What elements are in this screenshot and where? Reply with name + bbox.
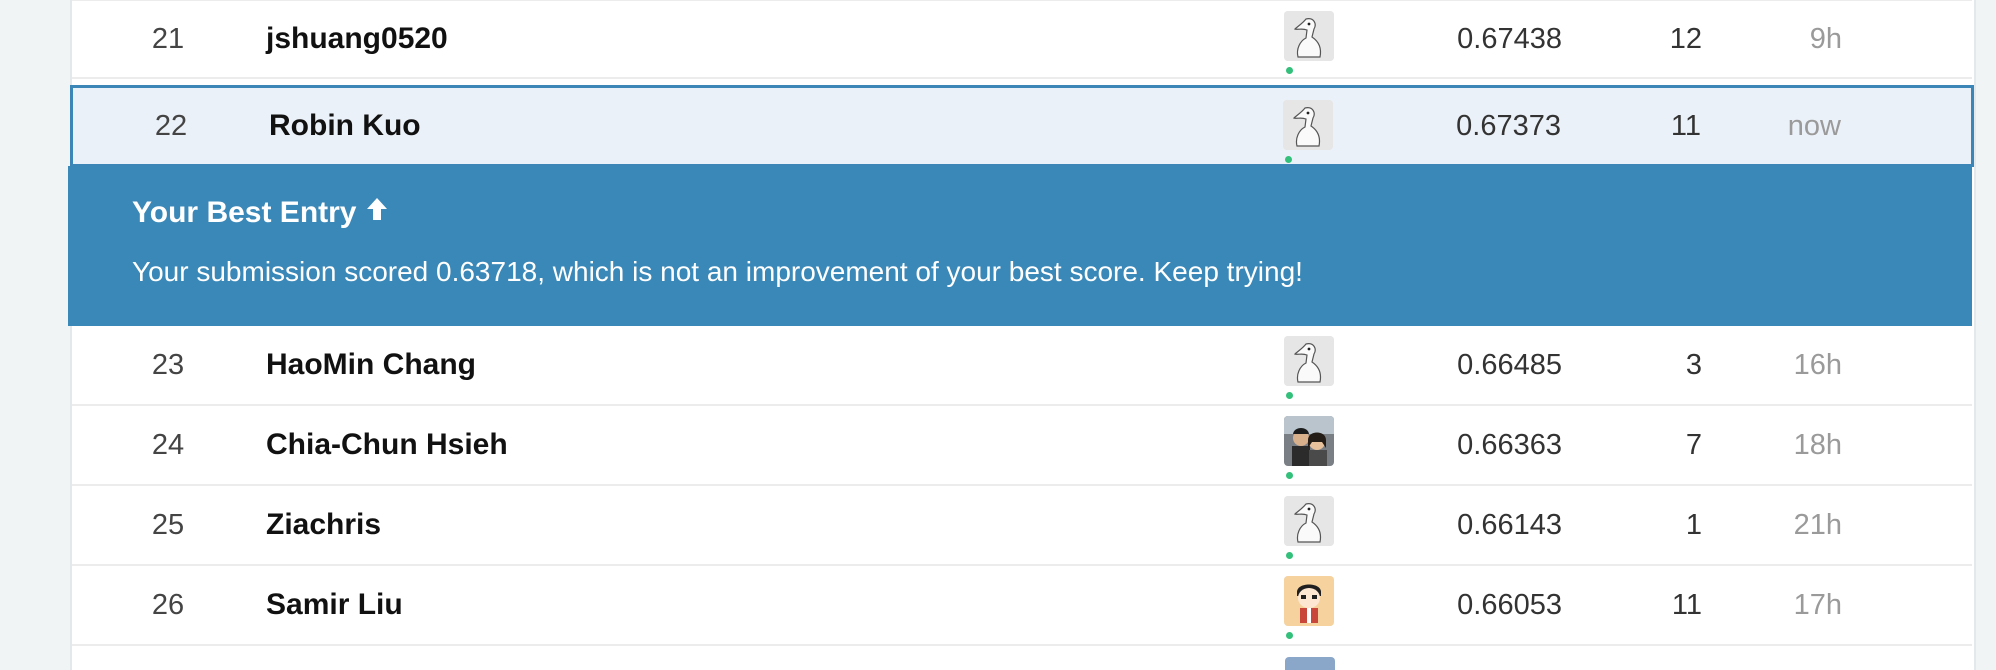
- cartoon-avatar[interactable]: [1284, 576, 1334, 626]
- score-cell: 0.66143: [1457, 508, 1562, 541]
- avatar-container[interactable]: [1284, 336, 1336, 399]
- leaderboard-row[interactable]: 24 Chia-Chun Hsieh 0.66363 7 18h: [72, 406, 1972, 486]
- entries-cell: 1: [1685, 508, 1702, 541]
- online-status-dot: [1286, 67, 1293, 74]
- team-name[interactable]: Robin Kuo: [269, 88, 421, 164]
- last-submission-cell: 18h: [1793, 428, 1842, 461]
- goose-default-avatar[interactable]: [1283, 100, 1333, 150]
- banner-title-text: Your Best Entry: [132, 196, 357, 229]
- avatar-container[interactable]: [1283, 100, 1335, 163]
- leaderboard-row[interactable]: 21 jshuang0520 0.67438 12 9h: [72, 0, 1972, 79]
- last-submission-cell: 16h: [1793, 348, 1842, 381]
- rank-cell: 22: [154, 109, 188, 142]
- goose-default-avatar[interactable]: [1284, 336, 1334, 386]
- team-name[interactable]: HaoMin Chang: [266, 326, 476, 404]
- score-cell: 0.66485: [1457, 348, 1562, 381]
- last-submission-cell: 9h: [1809, 22, 1842, 55]
- online-status-dot: [1285, 156, 1292, 163]
- rank-cell: 26: [151, 588, 185, 621]
- entries-cell: 3: [1685, 348, 1702, 381]
- avatar-container[interactable]: [1284, 576, 1336, 639]
- leaderboard-row[interactable]: 26 Samir Liu 0.66053 11 17h: [72, 566, 1972, 646]
- rank-cell: 23: [151, 348, 185, 381]
- score-cell: 0.67438: [1457, 22, 1562, 55]
- entries-cell: 11: [1670, 109, 1701, 142]
- entries-cell: 11: [1671, 588, 1702, 621]
- entries-cell: 7: [1685, 428, 1702, 461]
- partial-avatar[interactable]: [1285, 657, 1335, 670]
- online-status-dot: [1286, 552, 1293, 559]
- last-submission-cell: now: [1787, 109, 1841, 142]
- goose-default-avatar[interactable]: [1284, 11, 1334, 61]
- team-name[interactable]: jshuang0520: [266, 1, 448, 77]
- team-name[interactable]: Samir Liu: [266, 566, 403, 644]
- leaderboard-row[interactable]: 25 Ziachris 0.66143 1 21h: [72, 486, 1972, 566]
- rank-cell: 21: [151, 22, 185, 55]
- arrow-up-icon: [365, 196, 389, 230]
- online-status-dot: [1286, 392, 1293, 399]
- team-name[interactable]: Chia-Chun Hsieh: [266, 406, 508, 484]
- avatar-container[interactable]: [1284, 11, 1336, 74]
- last-submission-cell: 21h: [1793, 508, 1842, 541]
- best-entry-banner: Your Best Entry Your submission scored 0…: [68, 166, 1972, 326]
- photo-avatar[interactable]: [1284, 416, 1334, 466]
- score-cell: 0.67373: [1456, 109, 1561, 142]
- rank-cell: 24: [151, 428, 185, 461]
- online-status-dot: [1286, 632, 1293, 639]
- score-cell: 0.66363: [1457, 428, 1562, 461]
- score-cell: 0.66053: [1457, 588, 1562, 621]
- entries-cell: 12: [1669, 22, 1702, 55]
- current-user-row[interactable]: 22 Robin Kuo 0.67373 11 now: [70, 85, 1974, 167]
- avatar-container[interactable]: [1284, 496, 1336, 559]
- banner-title: Your Best Entry: [132, 196, 389, 230]
- team-name[interactable]: Ziachris: [266, 486, 381, 564]
- goose-default-avatar[interactable]: [1284, 496, 1334, 546]
- avatar-container[interactable]: [1284, 416, 1336, 479]
- leaderboard-row[interactable]: 23 HaoMin Chang 0.66485 3 16h: [72, 326, 1972, 406]
- last-submission-cell: 17h: [1793, 588, 1842, 621]
- rank-cell: 25: [151, 508, 185, 541]
- online-status-dot: [1286, 472, 1293, 479]
- banner-message: Your submission scored 0.63718, which is…: [132, 256, 1303, 287]
